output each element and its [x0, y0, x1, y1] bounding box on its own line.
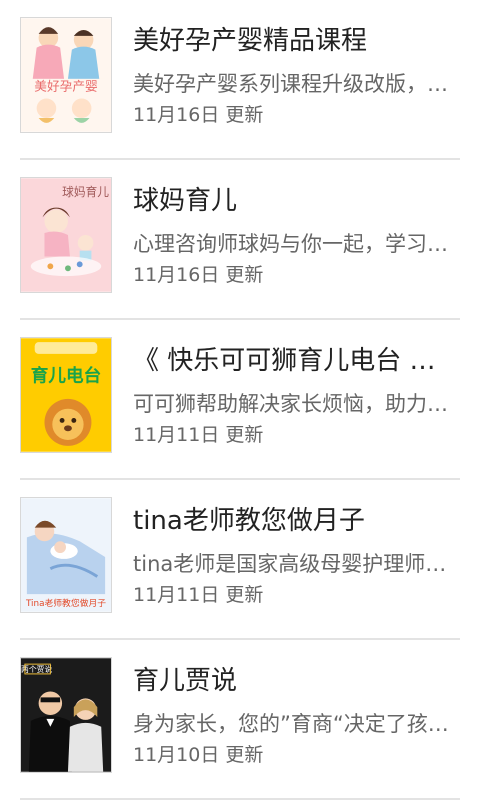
list-item[interactable]: 两个贾说 育儿贾说 身为家长，您的”育商“决定了孩子的未来 11月10日更新 — [0, 640, 480, 800]
course-title[interactable]: tina老师教您做月子 — [133, 504, 458, 538]
update-label: 更新 — [225, 584, 264, 606]
update-label: 更新 — [225, 264, 264, 286]
list-item[interactable]: 美好孕产婴 美好孕产婴精品课程 美好孕产婴系列课程升级改版，将为您提供更专业的服… — [0, 0, 480, 160]
pregnancy-family-cartoon-icon: 美好孕产婴 — [21, 18, 111, 132]
svg-text:育儿电台: 育儿电台 — [31, 365, 101, 386]
course-description: tina老师是国家高级母婴护理师，为您讲解 — [133, 552, 451, 576]
list-item[interactable]: Tina老师教您做月子 tina老师教您做月子 tina老师是国家高级母婴护理师… — [0, 480, 480, 640]
course-title[interactable]: 球妈育儿 — [133, 184, 458, 218]
course-title[interactable]: 美好孕产婴精品课程 — [133, 24, 458, 58]
course-thumbnail: 球妈育儿 — [20, 177, 112, 293]
mother-newborn-illustration-icon: Tina老师教您做月子 — [21, 498, 111, 612]
svg-text:两个贾说: 两个贾说 — [21, 664, 52, 674]
course-update-info: 11月11日 更新 — [133, 582, 263, 608]
update-date: 11月16日 — [133, 104, 220, 126]
course-update-info: 11月10日 更新 — [133, 742, 263, 768]
update-date: 11月10日 — [133, 744, 220, 766]
course-title[interactable]: 《 快乐可可狮育儿电台 》-分月龄育儿 — [133, 344, 458, 378]
svg-text:Tina老师教您做月子: Tina老师教您做月子 — [25, 597, 106, 609]
course-thumbnail: 两个贾说 — [20, 657, 112, 773]
course-description: 身为家长，您的”育商“决定了孩子的未来 — [133, 712, 451, 736]
course-update-info: 11月16日 更新 — [133, 102, 263, 128]
course-thumbnail: 育儿电台 — [20, 337, 112, 453]
course-update-info: 11月16日 更新 — [133, 262, 263, 288]
course-description: 美好孕产婴系列课程升级改版，将为您提供更专业的服务 — [133, 72, 451, 96]
course-title[interactable]: 育儿贾说 — [133, 664, 458, 698]
update-label: 更新 — [225, 424, 264, 446]
update-label: 更新 — [225, 744, 264, 766]
svg-text:球妈育儿: 球妈育儿 — [62, 185, 109, 199]
hosts-photo-icon: 两个贾说 — [21, 658, 111, 772]
lion-cartoon-icon: 育儿电台 — [21, 338, 111, 452]
update-label: 更新 — [225, 104, 264, 126]
course-update-info: 11月11日 更新 — [133, 422, 263, 448]
update-date: 11月11日 — [133, 584, 220, 606]
course-thumbnail: 美好孕产婴 — [20, 17, 112, 133]
course-description: 心理咨询师球妈与你一起，学习带娃 — [133, 232, 451, 256]
update-date: 11月16日 — [133, 264, 220, 286]
course-description: 可可狮帮助解决家长烦恼，助力宝宝成长 — [133, 392, 451, 416]
list-item[interactable]: 球妈育儿 球妈育儿 心理咨询师球妈与你一起，学习带娃 11月16日 更新 — [0, 160, 480, 320]
list-item[interactable]: 育儿电台 《 快乐可可狮育儿电台 》-分月龄育儿 可可狮帮助解决家长烦恼，助力宝… — [0, 320, 480, 480]
mother-baby-cartoon-icon: 球妈育儿 — [21, 178, 111, 292]
course-list: 美好孕产婴 美好孕产婴精品课程 美好孕产婴系列课程升级改版，将为您提供更专业的服… — [0, 0, 480, 800]
course-thumbnail: Tina老师教您做月子 — [20, 497, 112, 613]
update-date: 11月11日 — [133, 424, 220, 446]
svg-text:美好孕产婴: 美好孕产婴 — [34, 79, 98, 94]
